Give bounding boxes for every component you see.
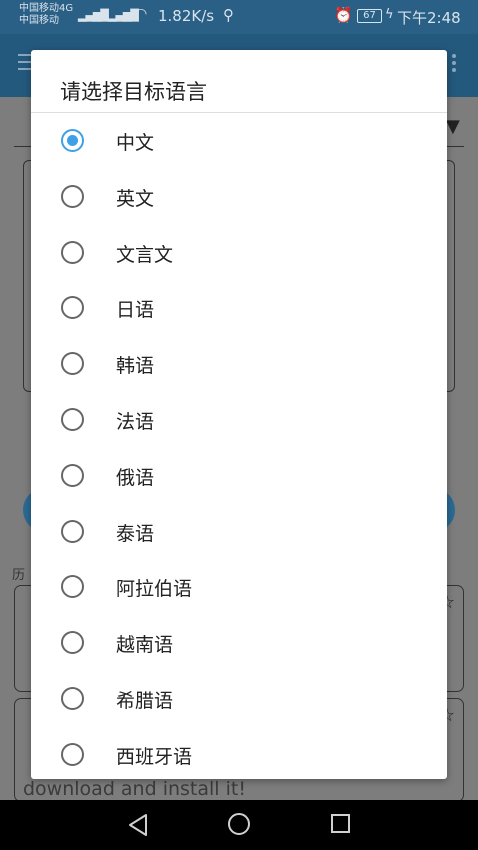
language-option-label: 英文 [116, 187, 155, 210]
language-option-label: 文言文 [116, 243, 174, 266]
language-option-label: 日语 [116, 299, 155, 322]
language-option[interactable]: 英文 [31, 168, 447, 224]
radio-unchecked-icon[interactable] [61, 742, 84, 766]
radio-unchecked-icon[interactable] [61, 352, 84, 376]
carrier-info: 中国移动4G 中国移动 [19, 3, 73, 27]
language-option[interactable]: 文言文 [31, 224, 447, 280]
language-option[interactable]: 越南语 [31, 614, 447, 670]
radio-checked-icon[interactable] [61, 129, 84, 152]
carrier-2: 中国移动 [19, 15, 59, 26]
language-option[interactable]: 希腊语 [31, 670, 447, 726]
language-option[interactable]: 俄语 [31, 447, 447, 503]
target-language-dialog: 请选择目标语言 中文英文文言文日语韩语法语俄语泰语阿拉伯语越南语希腊语西班牙语 [31, 50, 447, 779]
radio-unchecked-icon[interactable] [61, 575, 84, 599]
net-speed: 1.82K/s [158, 7, 215, 25]
language-option-label: 阿拉伯语 [116, 578, 193, 601]
language-option-label: 俄语 [116, 466, 155, 489]
language-option-label: 希腊语 [116, 690, 174, 712]
battery-icon: 67 [357, 9, 382, 23]
language-option[interactable]: 法语 [31, 391, 447, 447]
language-option[interactable]: 西班牙语 [31, 726, 447, 779]
signal-icon: ▂▄▆█ [78, 9, 109, 22]
language-option[interactable]: 日语 [31, 279, 447, 335]
history-card-text: download and install it! [23, 778, 246, 800]
radio-unchecked-icon[interactable] [61, 184, 84, 208]
dialog-title: 请选择目标语言 [60, 80, 207, 104]
signal-icon-2: ▂▄▆█ [108, 9, 139, 22]
more-options-icon[interactable] [452, 54, 456, 75]
radio-unchecked-icon[interactable] [61, 687, 84, 710]
radio-unchecked-icon[interactable] [61, 631, 84, 655]
language-option-label: 西班牙语 [116, 745, 193, 768]
wifi-icon: ◠ [135, 6, 147, 22]
language-option[interactable]: 中文 [31, 112, 447, 168]
usb-icon: ⚲ [223, 6, 234, 24]
radio-unchecked-icon[interactable] [61, 519, 84, 543]
history-label: 历 [12, 568, 26, 583]
language-option[interactable]: 泰语 [31, 503, 447, 559]
language-option-label: 韩语 [116, 355, 155, 378]
home-icon[interactable] [228, 813, 250, 835]
language-option-label: 越南语 [116, 634, 174, 657]
alarm-icon: ⏰ [334, 6, 353, 24]
language-option-label: 法语 [116, 411, 155, 433]
carrier-1: 中国移动4G [19, 3, 74, 14]
clock: 下午2:48 [397, 9, 461, 27]
radio-unchecked-icon[interactable] [61, 240, 84, 264]
radio-unchecked-icon[interactable] [61, 463, 84, 487]
language-option[interactable]: 阿拉伯语 [31, 558, 447, 614]
system-nav-bar [0, 800, 478, 850]
language-option[interactable]: 韩语 [31, 335, 447, 391]
recent-apps-icon[interactable] [331, 814, 350, 833]
back-icon[interactable] [127, 813, 149, 837]
dropdown-caret-icon[interactable]: ▼ [446, 116, 460, 137]
radio-unchecked-icon[interactable] [61, 296, 84, 320]
language-option-label: 泰语 [116, 522, 155, 545]
charging-icon: ϟ [385, 7, 394, 22]
status-bar: 中国移动4G 中国移动 ▂▄▆█ ▂▄▆█ ◠ 1.82K/s ⚲ ⏰ 67 ϟ… [0, 0, 478, 34]
radio-unchecked-icon[interactable] [61, 408, 84, 431]
language-option-label: 中文 [116, 132, 155, 154]
